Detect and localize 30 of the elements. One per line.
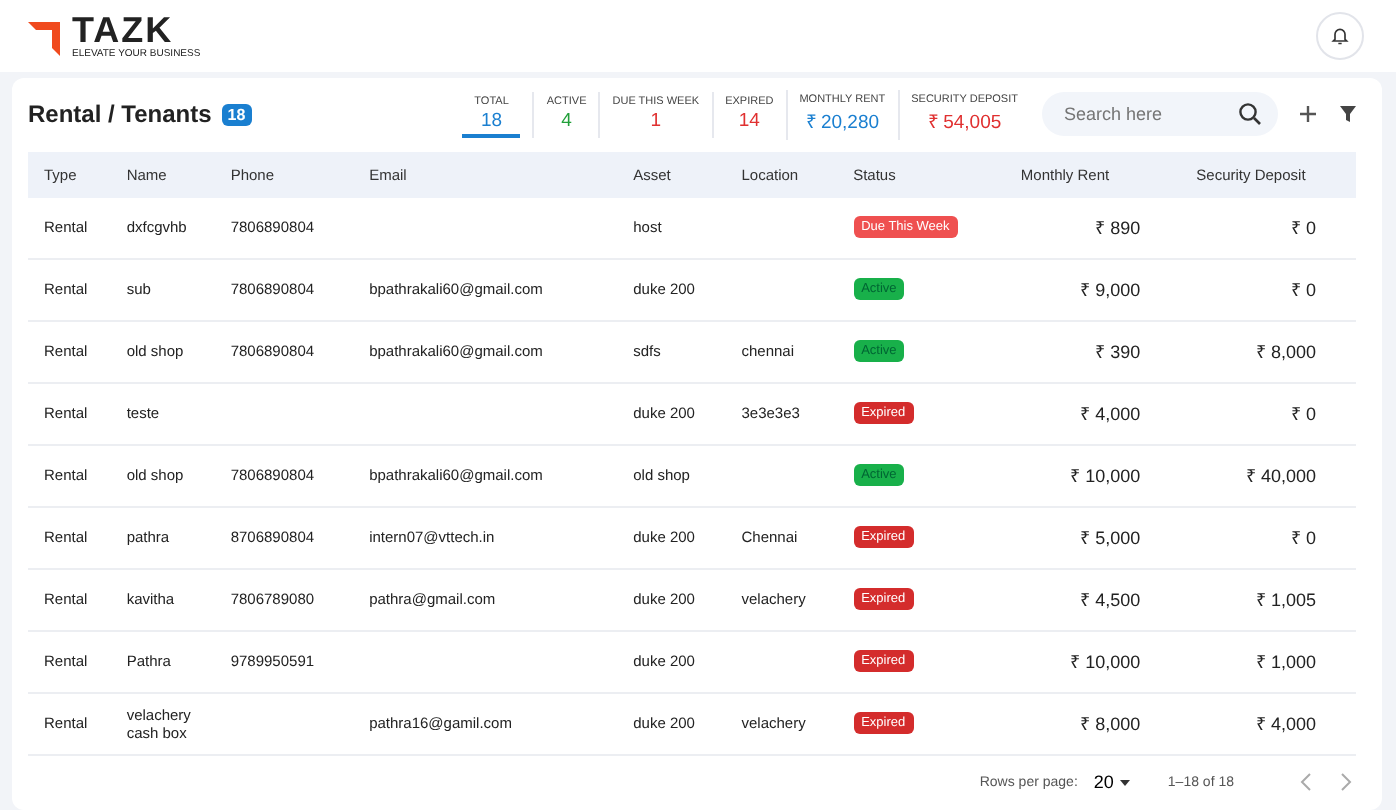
search-field[interactable]: Search here xyxy=(1042,92,1278,137)
table-cell: ₹ 1,005 xyxy=(1180,568,1356,631)
logo-icon xyxy=(28,16,60,56)
notification-button[interactable] xyxy=(1316,12,1364,60)
table-cell: ₹ 890 xyxy=(1004,197,1181,259)
count-badge: 18 xyxy=(221,103,252,126)
filter-button[interactable] xyxy=(1338,104,1358,125)
table-cell: ₹ 0 xyxy=(1180,382,1356,445)
page-title: Rental / Tenants xyxy=(28,100,212,129)
table-cell: ₹ 8,000 xyxy=(1180,320,1356,383)
table-cell: ₹ 4,000 xyxy=(1180,692,1356,755)
search-icon xyxy=(1238,102,1262,127)
table-cell: ₹ 40,000 xyxy=(1180,444,1356,507)
table-cell: ₹ 10,000 xyxy=(1004,444,1181,507)
bell-icon xyxy=(1330,24,1350,48)
table-cell: ₹ 10,000 xyxy=(1004,630,1181,693)
table-cell: ₹ 390 xyxy=(1004,320,1181,383)
table-cell: ₹ 1,000 xyxy=(1180,630,1356,693)
table-cell: ₹ 4,000 xyxy=(1004,382,1181,445)
logo-text: TAZK xyxy=(72,12,174,48)
table-cell: ₹ 5,000 xyxy=(1004,506,1181,569)
table-cell: ₹ 0 xyxy=(1180,258,1356,321)
table-cell: ₹ 0 xyxy=(1180,197,1356,259)
table-cell: ₹ 0 xyxy=(1180,506,1356,569)
rows-per-page-select[interactable]: 20 xyxy=(1093,772,1132,793)
table-cell: ₹ 9,000 xyxy=(1004,258,1181,321)
caret-icon xyxy=(1117,777,1132,788)
add-button[interactable] xyxy=(1298,104,1318,125)
table-cell: ₹ 4,500 xyxy=(1004,568,1181,631)
table-cell: ₹ 8,000 xyxy=(1004,692,1181,755)
